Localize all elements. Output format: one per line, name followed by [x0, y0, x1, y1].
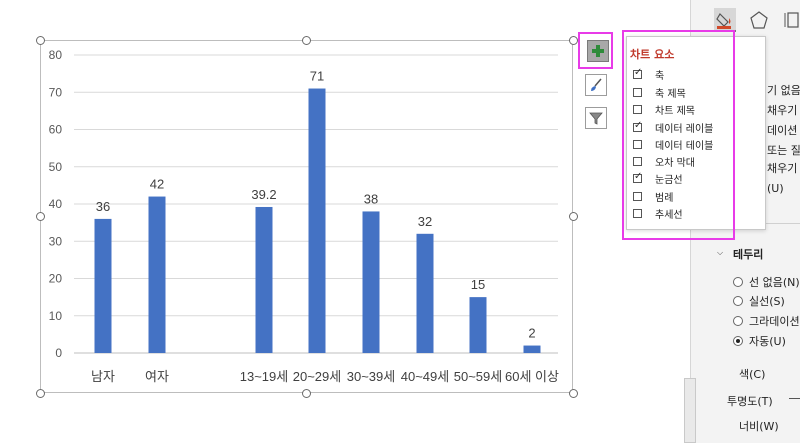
filter-icon: [589, 112, 603, 125]
x-tick-label: 30~39세: [347, 369, 395, 384]
bar: [469, 297, 487, 353]
data-label: 36: [96, 199, 110, 214]
x-tick-label: 40~49세: [401, 369, 449, 384]
checkbox[interactable]: [633, 208, 642, 218]
chart-elements-button[interactable]: [587, 40, 609, 62]
element-label: 축 제목: [655, 88, 686, 100]
element-axis-titles[interactable]: 축 제목: [633, 84, 686, 100]
element-data-table[interactable]: 데이터 테이블: [633, 136, 713, 152]
element-label: 추세선: [655, 209, 683, 221]
bar: [308, 88, 326, 354]
x-tick-label: 13~19세: [240, 369, 288, 384]
data-label: 32: [418, 214, 432, 229]
element-legend[interactable]: 범례: [633, 188, 673, 204]
checkbox[interactable]: ✓: [633, 66, 643, 79]
element-gridlines[interactable]: ✓ 눈금선: [633, 170, 683, 186]
checkbox[interactable]: [633, 104, 642, 114]
checkbox[interactable]: [633, 156, 642, 166]
y-tick-label: 30: [49, 234, 63, 248]
element-label: 오차 막대: [655, 157, 695, 169]
data-label: 39.2: [251, 187, 276, 202]
checkbox[interactable]: ✓: [633, 119, 643, 132]
checkbox[interactable]: ✓: [633, 170, 643, 183]
x-tick-label: 여자: [145, 369, 169, 384]
checkbox[interactable]: [633, 87, 642, 97]
element-chart-title[interactable]: 차트 제목: [633, 101, 695, 117]
chart-filters-button[interactable]: [585, 107, 607, 129]
y-tick-label: 0: [55, 346, 62, 360]
element-label: 데이터 레이블: [655, 123, 714, 135]
data-label: 15: [471, 277, 485, 292]
element-label: 눈금선: [655, 174, 683, 186]
data-label: 2: [528, 326, 535, 341]
bar: [362, 211, 380, 353]
data-label: 38: [364, 191, 378, 206]
x-tick-label: 60세 이상: [505, 369, 559, 384]
brush-icon: [591, 78, 602, 91]
checkmark-icon: ✓: [634, 66, 643, 78]
checkbox[interactable]: [633, 191, 642, 201]
excel-workspace: 기 없음 채우기 데이션 또는 질 채우기 (U) ⌵ 테두리 선 없음(N) …: [0, 0, 800, 443]
y-tick-label: 60: [49, 123, 63, 137]
x-tick-label: 남자: [91, 369, 115, 384]
element-label: 범례: [655, 192, 674, 204]
y-tick-label: 50: [49, 160, 63, 174]
element-label: 데이터 테이블: [655, 140, 714, 152]
y-tick-label: 40: [49, 197, 63, 211]
data-label: 71: [310, 69, 324, 84]
y-tick-label: 20: [49, 272, 63, 286]
checkmark-icon: ✓: [634, 170, 643, 182]
x-tick-label: 50~59세: [454, 369, 502, 384]
checkbox[interactable]: [633, 139, 642, 149]
data-label: 42: [150, 177, 164, 192]
bar: [148, 196, 166, 353]
chart-styles-button[interactable]: [585, 74, 607, 96]
bar: [255, 206, 273, 353]
element-label: 축: [655, 70, 665, 82]
panel-title: 차트 요소: [630, 48, 675, 61]
plus-icon: [592, 45, 604, 57]
checkmark-icon: ✓: [634, 119, 643, 131]
element-error-bars[interactable]: 오차 막대: [633, 153, 695, 169]
y-tick-label: 10: [49, 309, 63, 323]
bar: [523, 345, 541, 353]
element-data-labels[interactable]: ✓ 데이터 레이블: [633, 119, 713, 135]
y-tick-label: 70: [49, 85, 63, 99]
element-label: 차트 제목: [655, 105, 695, 117]
y-tick-label: 80: [49, 48, 63, 62]
x-tick-label: 20~29세: [293, 369, 341, 384]
bar: [94, 218, 112, 353]
bar: [416, 233, 434, 353]
element-trendline[interactable]: 추세선: [633, 205, 683, 221]
element-axes[interactable]: ✓ 축: [633, 66, 664, 82]
